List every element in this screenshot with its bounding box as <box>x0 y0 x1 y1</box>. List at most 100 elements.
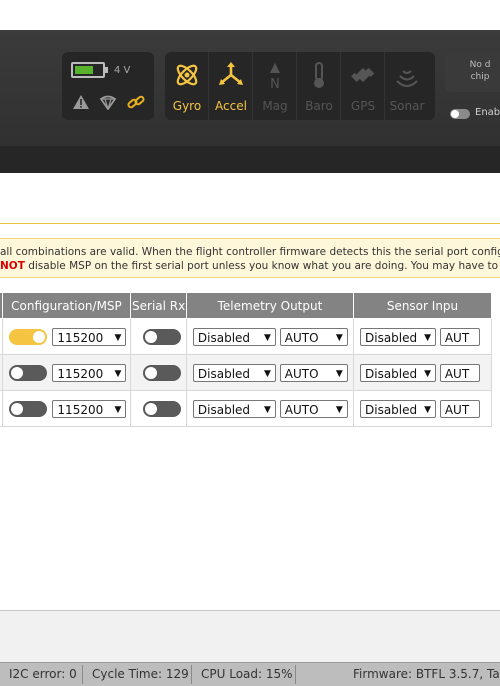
warning-icon <box>73 95 89 109</box>
header-bar: 4 V Gyro Accel N Mag Baro GPS Sonar No d… <box>0 30 500 173</box>
msp-cell: 115200 ▼ <box>1 318 132 355</box>
chevron-down-icon: ▼ <box>335 332 343 343</box>
sensor-baud-value: AUT <box>444 330 470 345</box>
accel-icon <box>219 62 243 85</box>
cpu-load: CPU Load: 15% <box>201 667 293 681</box>
notice-not-word: NOT <box>0 260 25 272</box>
msp-toggle[interactable] <box>8 400 47 417</box>
chevron-down-icon: ▼ <box>264 404 271 415</box>
notice-line-1: all combinations are valid. When the fli… <box>0 246 500 258</box>
dataflash-line-2: chip <box>470 72 490 82</box>
sensor-baro-label: Baro <box>305 99 333 113</box>
ports-table: Configuration/MSP Serial Rx Telemetry Ou… <box>0 292 492 427</box>
sensor-gps: GPS <box>341 52 385 120</box>
serialrx-cell <box>130 354 187 391</box>
sensor-gyro: Gyro <box>165 52 209 120</box>
chevron-down-icon: ▼ <box>424 368 431 379</box>
sensor-select[interactable]: Disabled ▼ <box>360 327 436 346</box>
sonar-icon <box>396 70 418 87</box>
battery-voltage: 4 V <box>114 65 131 76</box>
sensor-panel: Gyro Accel N Mag Baro GPS Sonar <box>165 52 435 120</box>
sensor-select[interactable]: Disabled ▼ <box>360 399 436 418</box>
i2c-error: I2C error: 0 <box>9 667 77 681</box>
sensor-cell: Disabled ▼ AUT <box>353 354 492 391</box>
telemetry-select[interactable]: Disabled ▼ <box>192 363 276 382</box>
telemetry-baud-select[interactable]: AUTO ▼ <box>279 327 348 346</box>
sensor-baud-select[interactable]: AUT <box>439 363 480 382</box>
msp-baud-select[interactable]: 115200 ▼ <box>52 363 127 382</box>
chevron-down-icon: ▼ <box>335 404 343 415</box>
table-row: 115200 ▼ Disabled ▼ AUTO ▼ Disabled ▼ AUT <box>0 390 492 427</box>
top-strip <box>0 0 500 31</box>
expert-mode-label: Enabl <box>475 107 500 118</box>
sensor-gyro-label: Gyro <box>172 99 202 113</box>
sensor-sonar: Sonar <box>385 52 429 120</box>
msp-toggle[interactable] <box>8 364 47 381</box>
header-bottom-band <box>0 146 500 173</box>
gps-icon <box>351 67 375 83</box>
sensor-select[interactable]: Disabled ▼ <box>360 363 436 382</box>
sensor-baud-value: AUT <box>444 402 470 417</box>
warning-notice: all combinations are valid. When the fli… <box>0 238 500 278</box>
sensor-value: Disabled <box>365 402 418 417</box>
telemetry-value: Disabled <box>197 366 251 381</box>
expert-mode-toggle[interactable] <box>450 109 470 119</box>
serial-rx-toggle[interactable] <box>143 328 182 345</box>
telemetry-cell: Disabled ▼ AUTO ▼ <box>185 318 355 355</box>
sensor-accel: Accel <box>209 52 253 120</box>
sensor-gps-label: GPS <box>350 99 376 113</box>
telemetry-select[interactable]: Disabled ▼ <box>192 399 276 418</box>
serialrx-cell <box>130 318 187 355</box>
col-serialrx-header: Serial Rx <box>130 292 187 319</box>
chevron-down-icon: ▼ <box>424 332 431 343</box>
notice-line-2: NOT disable MSP on the first serial port… <box>0 259 500 273</box>
mag-icon: N <box>270 63 280 89</box>
sensor-mag: N Mag <box>253 52 297 120</box>
serial-rx-toggle[interactable] <box>143 400 182 417</box>
msp-baud-select[interactable]: 115200 ▼ <box>52 327 127 346</box>
cycle-time: Cycle Time: 129 <box>92 667 189 681</box>
firmware-info: Firmware: BTFL 3.5.7, Targ <box>353 667 500 681</box>
gyro-icon <box>176 64 198 86</box>
msp-baud-value: 115200 <box>57 330 104 345</box>
serialrx-cell <box>130 390 187 427</box>
col-sensor-header: Sensor Inpu <box>353 292 492 319</box>
chevron-down-icon: ▼ <box>264 368 271 379</box>
telemetry-cell: Disabled ▼ AUTO ▼ <box>185 354 355 391</box>
msp-baud-value: 115200 <box>57 402 104 417</box>
telemetry-baud-value: AUTO <box>284 330 319 345</box>
msp-baud-value: 115200 <box>57 366 104 381</box>
sensor-mag-label: Mag <box>262 99 288 113</box>
serial-rx-toggle[interactable] <box>143 364 182 381</box>
table-row: 115200 ▼ Disabled ▼ AUTO ▼ Disabled ▼ AUT <box>0 354 492 391</box>
svg-text:N: N <box>270 77 280 89</box>
sensor-value: Disabled <box>365 330 418 345</box>
sensor-baud-value: AUT <box>444 366 470 381</box>
battery-panel: 4 V <box>62 52 154 120</box>
msp-cell: 115200 ▼ <box>1 390 132 427</box>
sensor-baud-select[interactable]: AUT <box>439 399 480 418</box>
sensor-baud-select[interactable]: AUT <box>439 327 480 346</box>
msp-cell: 115200 ▼ <box>1 354 132 391</box>
baro-icon <box>314 62 324 88</box>
link-icon <box>127 95 145 109</box>
bottom-toolbar <box>0 610 500 663</box>
telemetry-baud-select[interactable]: AUTO ▼ <box>279 363 348 382</box>
sensor-sonar-label: Sonar <box>389 99 425 113</box>
telemetry-cell: Disabled ▼ AUTO ▼ <box>185 390 355 427</box>
telemetry-baud-select[interactable]: AUTO ▼ <box>279 399 348 418</box>
status-bar: I2C error: 0 Cycle Time: 129 CPU Load: 1… <box>0 662 500 686</box>
msp-baud-select[interactable]: 115200 ▼ <box>52 399 127 418</box>
telemetry-baud-value: AUTO <box>284 366 319 381</box>
battery-icon <box>71 62 108 78</box>
dataflash-line-1: No d <box>469 60 491 70</box>
telemetry-select[interactable]: Disabled ▼ <box>192 327 276 346</box>
table-row: 115200 ▼ Disabled ▼ AUTO ▼ Disabled ▼ AUT <box>0 318 492 355</box>
chevron-down-icon: ▼ <box>264 332 271 343</box>
col-msp-header: Configuration/MSP <box>1 292 132 319</box>
notice-line-2-text: disable MSP on the first serial port unl… <box>24 260 500 272</box>
msp-toggle[interactable] <box>8 328 47 345</box>
sensor-baro: Baro <box>297 52 341 120</box>
chevron-down-icon: ▼ <box>114 368 122 379</box>
sensor-value: Disabled <box>365 366 418 381</box>
